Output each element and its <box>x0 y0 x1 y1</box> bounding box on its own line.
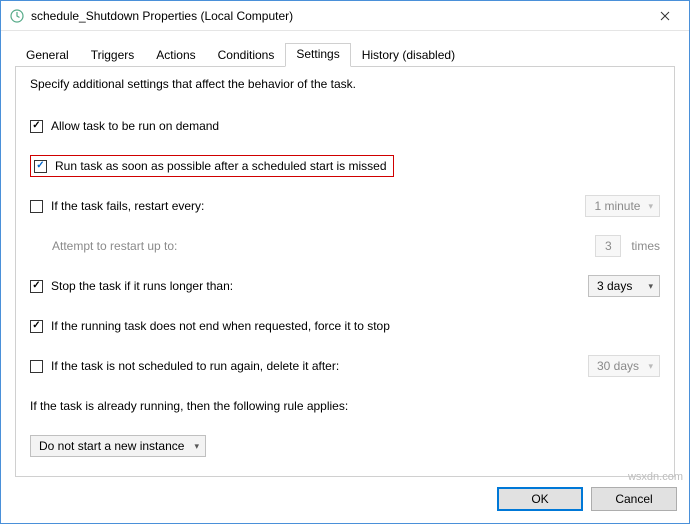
titlebar: schedule_Shutdown Properties (Local Comp… <box>1 1 689 31</box>
run-asap-checkbox[interactable] <box>34 160 47 173</box>
tab-general[interactable]: General <box>15 43 80 67</box>
ok-button[interactable]: OK <box>497 487 583 511</box>
restart-interval-dropdown: 1 minute ▾ <box>585 195 660 217</box>
rule-value: Do not start a new instance <box>39 439 184 453</box>
stop-duration-dropdown[interactable]: 3 days ▾ <box>588 275 660 297</box>
tab-conditions[interactable]: Conditions <box>207 43 286 67</box>
if-fails-checkbox[interactable] <box>30 200 43 213</box>
tab-history[interactable]: History (disabled) <box>351 43 466 67</box>
allow-on-demand-label: Allow task to be run on demand <box>51 119 219 133</box>
delete-duration-value: 30 days <box>597 359 639 373</box>
close-button[interactable] <box>642 1 687 30</box>
cancel-button[interactable]: Cancel <box>591 487 677 511</box>
restart-interval-value: 1 minute <box>594 199 640 213</box>
stop-if-longer-label: Stop the task if it runs longer than: <box>51 279 233 293</box>
clock-icon <box>9 8 25 24</box>
chevron-down-icon: ▾ <box>648 281 653 292</box>
attempt-label: Attempt to restart up to: <box>52 239 177 253</box>
force-stop-label: If the running task does not end when re… <box>51 319 390 333</box>
delete-after-checkbox[interactable] <box>30 360 43 373</box>
already-running-label: If the task is already running, then the… <box>30 399 348 413</box>
dialog-footer: OK Cancel <box>1 477 689 523</box>
chevron-down-icon: ▾ <box>194 441 199 452</box>
run-asap-highlight: Run task as soon as possible after a sch… <box>30 155 394 177</box>
tab-triggers[interactable]: Triggers <box>80 43 146 67</box>
settings-panel: Specify additional settings that affect … <box>15 67 675 477</box>
delete-duration-dropdown: 30 days ▾ <box>588 355 660 377</box>
allow-on-demand-checkbox[interactable] <box>30 120 43 133</box>
window-title: schedule_Shutdown Properties (Local Comp… <box>31 9 642 23</box>
stop-if-longer-checkbox[interactable] <box>30 280 43 293</box>
rule-dropdown[interactable]: Do not start a new instance ▾ <box>30 435 206 457</box>
force-stop-checkbox[interactable] <box>30 320 43 333</box>
chevron-down-icon: ▾ <box>648 201 653 212</box>
tab-settings[interactable]: Settings <box>285 43 350 67</box>
tab-bar: General Triggers Actions Conditions Sett… <box>15 43 675 67</box>
if-fails-label: If the task fails, restart every: <box>51 199 204 213</box>
settings-intro: Specify additional settings that affect … <box>30 77 660 91</box>
chevron-down-icon: ▾ <box>648 361 653 372</box>
stop-duration-value: 3 days <box>597 279 632 293</box>
run-asap-label: Run task as soon as possible after a sch… <box>55 159 387 173</box>
tab-actions[interactable]: Actions <box>145 43 206 67</box>
delete-after-label: If the task is not scheduled to run agai… <box>51 359 339 373</box>
attempt-count-input: 3 <box>595 235 621 257</box>
times-suffix: times <box>631 239 660 253</box>
